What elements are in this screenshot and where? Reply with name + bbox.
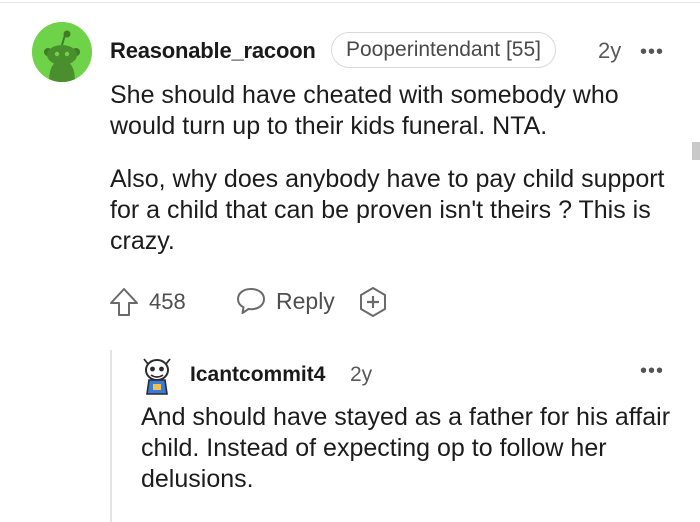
scrollbar-thumb[interactable] [692,142,700,160]
more-options-icon[interactable]: ••• [640,41,664,64]
comment-timestamp: 2y [598,38,622,63]
comment-paragraph: Also, why does anybody have to pay child… [110,165,665,255]
reply-button[interactable]: Reply [276,288,335,315]
reply-bubble-icon[interactable] [235,286,267,316]
reply-text: And should have stayed as a father for h… [141,403,671,493]
child-avatar-icon[interactable] [139,356,175,396]
comment: Reasonable_racoon Pooperintendant [55] 2… [0,0,700,522]
reddit-snoo-avatar-icon[interactable] [32,22,92,82]
reply-author[interactable]: Icantcommit4 [190,363,325,387]
reply-timestamp: 2y [350,363,373,386]
comment-paragraph: She should have cheated with somebody wh… [110,81,619,140]
vote-score: 458 [149,289,186,314]
comment-author[interactable]: Reasonable_racoon [110,38,316,64]
thread-line[interactable] [110,350,112,522]
more-options-icon[interactable]: ••• [640,360,664,383]
user-flair-badge: Pooperintendant [55] [331,32,556,68]
award-plus-icon[interactable] [357,286,389,318]
upvote-arrow-icon[interactable] [108,286,140,318]
